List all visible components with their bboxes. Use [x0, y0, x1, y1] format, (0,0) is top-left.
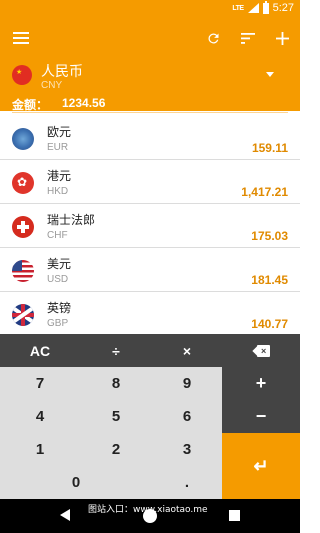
currency-row-eur[interactable]: 欧元 EUR 159.11	[0, 117, 300, 160]
currency-code: HKD	[47, 186, 69, 197]
minus-button[interactable]: −	[222, 400, 300, 433]
multiply-button[interactable]: ×	[152, 334, 222, 367]
lte-icon: LTE	[232, 4, 244, 12]
currency-name: 英镑	[47, 301, 72, 315]
clear-button[interactable]: AC	[0, 334, 80, 367]
keypad: AC ÷ × × 7 8 9 4 5 6 1 2 3 0 . + − ↵	[0, 334, 300, 499]
base-currency-code: CNY	[41, 80, 63, 91]
currency-value: 175.03	[251, 229, 288, 243]
refresh-icon[interactable]	[203, 29, 223, 47]
status-time: 5:27	[272, 2, 294, 14]
backspace-icon: ×	[252, 344, 270, 357]
currency-value: 140.77	[251, 317, 288, 331]
currency-code: USD	[47, 274, 69, 285]
currency-code: CHF	[47, 230, 68, 241]
back-icon[interactable]	[60, 509, 70, 521]
currency-list: 欧元 EUR 159.11 ✿ 港元 HKD 1,417.21 瑞士法郎 CHF…	[0, 117, 300, 334]
currency-value: 1,417.21	[241, 185, 288, 199]
currency-row-hkd[interactable]: ✿ 港元 HKD 1,417.21	[0, 161, 300, 204]
amount-input[interactable]: 1234.56	[62, 96, 105, 110]
menu-icon[interactable]	[11, 29, 31, 47]
currency-name: 港元	[47, 169, 72, 183]
amount-underline	[12, 112, 288, 113]
currency-row-usd[interactable]: 美元 USD 181.45	[0, 249, 300, 292]
key-4[interactable]: 4	[0, 400, 80, 433]
currency-row-chf[interactable]: 瑞士法郎 CHF 175.03	[0, 205, 300, 248]
key-8[interactable]: 8	[80, 367, 152, 400]
ch-flag-icon	[12, 216, 34, 238]
add-icon[interactable]	[272, 29, 292, 47]
battery-icon	[262, 0, 269, 14]
key-6[interactable]: 6	[152, 400, 222, 433]
key-7[interactable]: 7	[0, 367, 80, 400]
currency-value: 159.11	[251, 141, 288, 155]
key-2[interactable]: 2	[80, 433, 152, 466]
key-0[interactable]: 0	[0, 466, 152, 499]
currency-row-gbp[interactable]: 英镑 GBP 140.77	[0, 293, 300, 334]
home-icon[interactable]	[143, 509, 157, 523]
key-9[interactable]: 9	[152, 367, 222, 400]
sort-icon[interactable]	[238, 29, 258, 47]
key-5[interactable]: 5	[80, 400, 152, 433]
base-currency-name: 人民币	[41, 64, 83, 80]
amount-label: 金额：	[12, 98, 49, 112]
eu-flag-icon	[12, 128, 34, 150]
status-indicators: LTE 5:27	[232, 0, 294, 14]
currency-code: GBP	[47, 318, 69, 329]
navigation-bar: 图站入口：www.xiaotao.me	[0, 499, 300, 533]
currency-name: 瑞士法郎	[47, 213, 96, 227]
recent-apps-icon[interactable]	[229, 510, 240, 521]
currency-name: 美元	[47, 257, 72, 271]
enter-button[interactable]: ↵	[222, 433, 300, 499]
base-currency-selector[interactable]: ★ 人民币 CNY	[0, 57, 300, 93]
hk-flag-icon: ✿	[12, 172, 34, 194]
key-dot[interactable]: .	[152, 466, 222, 499]
divide-button[interactable]: ÷	[80, 334, 152, 367]
currency-value: 181.45	[251, 273, 288, 287]
currency-code: EUR	[47, 142, 69, 153]
backspace-button[interactable]: ×	[222, 334, 300, 367]
plus-button[interactable]: +	[222, 367, 300, 400]
amount-field[interactable]: 金额： 1234.56	[0, 95, 300, 113]
key-3[interactable]: 3	[152, 433, 222, 466]
signal-icon	[247, 3, 259, 13]
currency-name: 欧元	[47, 125, 72, 139]
status-bar: LTE 5:27	[0, 0, 300, 17]
us-flag-icon	[12, 260, 34, 282]
dropdown-arrow-icon[interactable]	[266, 72, 274, 77]
gb-flag-icon	[12, 304, 34, 326]
key-1[interactable]: 1	[0, 433, 80, 466]
cn-flag-icon: ★	[12, 65, 32, 85]
app-header: ★ 人民币 CNY 金额： 1234.56	[0, 17, 300, 113]
